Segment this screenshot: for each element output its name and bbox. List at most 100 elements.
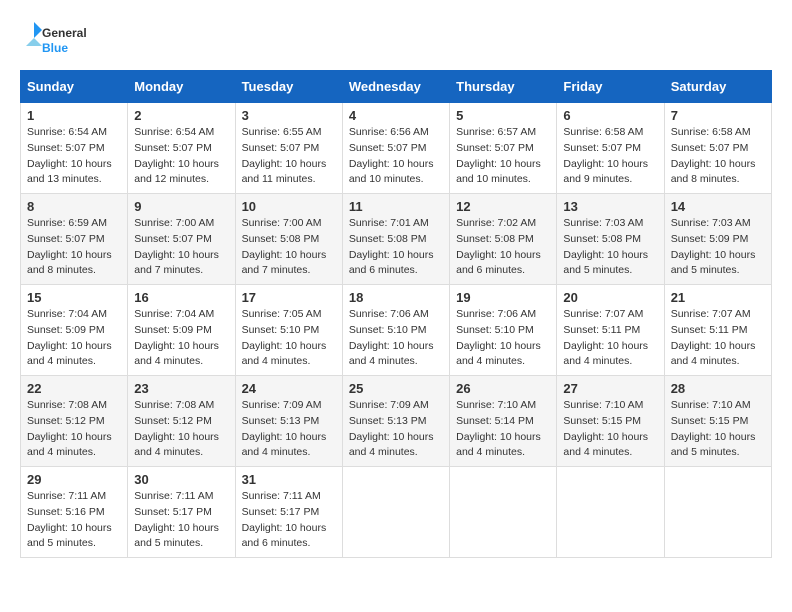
logo-svg: General Blue <box>20 20 105 60</box>
day-number: 6 <box>563 108 657 123</box>
calendar-cell: 22 Sunrise: 7:08 AMSunset: 5:12 PMDaylig… <box>21 376 128 467</box>
calendar-cell: 21 Sunrise: 7:07 AMSunset: 5:11 PMDaylig… <box>664 285 771 376</box>
calendar-week-row: 8 Sunrise: 6:59 AMSunset: 5:07 PMDayligh… <box>21 194 772 285</box>
calendar-cell: 17 Sunrise: 7:05 AMSunset: 5:10 PMDaylig… <box>235 285 342 376</box>
day-number: 24 <box>242 381 336 396</box>
calendar-cell: 20 Sunrise: 7:07 AMSunset: 5:11 PMDaylig… <box>557 285 664 376</box>
calendar-cell: 3 Sunrise: 6:55 AMSunset: 5:07 PMDayligh… <box>235 103 342 194</box>
calendar-week-row: 22 Sunrise: 7:08 AMSunset: 5:12 PMDaylig… <box>21 376 772 467</box>
column-header-friday: Friday <box>557 71 664 103</box>
day-info: Sunrise: 7:02 AMSunset: 5:08 PMDaylight:… <box>456 216 550 279</box>
column-header-tuesday: Tuesday <box>235 71 342 103</box>
day-info: Sunrise: 7:08 AMSunset: 5:12 PMDaylight:… <box>134 398 228 461</box>
day-number: 3 <box>242 108 336 123</box>
day-number: 28 <box>671 381 765 396</box>
day-info: Sunrise: 6:54 AMSunset: 5:07 PMDaylight:… <box>134 125 228 188</box>
page-header: General Blue <box>20 20 772 60</box>
calendar-cell: 6 Sunrise: 6:58 AMSunset: 5:07 PMDayligh… <box>557 103 664 194</box>
day-info: Sunrise: 7:07 AMSunset: 5:11 PMDaylight:… <box>671 307 765 370</box>
calendar-week-row: 29 Sunrise: 7:11 AMSunset: 5:16 PMDaylig… <box>21 467 772 558</box>
day-number: 30 <box>134 472 228 487</box>
day-number: 22 <box>27 381 121 396</box>
day-number: 12 <box>456 199 550 214</box>
calendar-cell: 5 Sunrise: 6:57 AMSunset: 5:07 PMDayligh… <box>450 103 557 194</box>
calendar-week-row: 1 Sunrise: 6:54 AMSunset: 5:07 PMDayligh… <box>21 103 772 194</box>
calendar-cell: 19 Sunrise: 7:06 AMSunset: 5:10 PMDaylig… <box>450 285 557 376</box>
day-number: 18 <box>349 290 443 305</box>
day-number: 27 <box>563 381 657 396</box>
day-info: Sunrise: 7:09 AMSunset: 5:13 PMDaylight:… <box>349 398 443 461</box>
day-info: Sunrise: 7:04 AMSunset: 5:09 PMDaylight:… <box>134 307 228 370</box>
day-number: 16 <box>134 290 228 305</box>
day-info: Sunrise: 7:08 AMSunset: 5:12 PMDaylight:… <box>27 398 121 461</box>
day-number: 5 <box>456 108 550 123</box>
day-number: 14 <box>671 199 765 214</box>
day-number: 8 <box>27 199 121 214</box>
day-info: Sunrise: 6:57 AMSunset: 5:07 PMDaylight:… <box>456 125 550 188</box>
calendar-cell: 10 Sunrise: 7:00 AMSunset: 5:08 PMDaylig… <box>235 194 342 285</box>
day-info: Sunrise: 7:00 AMSunset: 5:08 PMDaylight:… <box>242 216 336 279</box>
calendar-cell: 15 Sunrise: 7:04 AMSunset: 5:09 PMDaylig… <box>21 285 128 376</box>
day-number: 11 <box>349 199 443 214</box>
svg-text:Blue: Blue <box>42 41 68 55</box>
calendar-cell: 28 Sunrise: 7:10 AMSunset: 5:15 PMDaylig… <box>664 376 771 467</box>
calendar-table: SundayMondayTuesdayWednesdayThursdayFrid… <box>20 70 772 558</box>
day-number: 2 <box>134 108 228 123</box>
day-info: Sunrise: 7:09 AMSunset: 5:13 PMDaylight:… <box>242 398 336 461</box>
day-number: 26 <box>456 381 550 396</box>
day-number: 13 <box>563 199 657 214</box>
calendar-cell: 16 Sunrise: 7:04 AMSunset: 5:09 PMDaylig… <box>128 285 235 376</box>
day-number: 19 <box>456 290 550 305</box>
logo: General Blue <box>20 20 105 60</box>
calendar-cell: 13 Sunrise: 7:03 AMSunset: 5:08 PMDaylig… <box>557 194 664 285</box>
calendar-cell: 31 Sunrise: 7:11 AMSunset: 5:17 PMDaylig… <box>235 467 342 558</box>
calendar-cell: 7 Sunrise: 6:58 AMSunset: 5:07 PMDayligh… <box>664 103 771 194</box>
calendar-cell: 14 Sunrise: 7:03 AMSunset: 5:09 PMDaylig… <box>664 194 771 285</box>
day-info: Sunrise: 7:10 AMSunset: 5:15 PMDaylight:… <box>563 398 657 461</box>
day-number: 1 <box>27 108 121 123</box>
calendar-cell: 18 Sunrise: 7:06 AMSunset: 5:10 PMDaylig… <box>342 285 449 376</box>
day-info: Sunrise: 7:04 AMSunset: 5:09 PMDaylight:… <box>27 307 121 370</box>
day-info: Sunrise: 7:01 AMSunset: 5:08 PMDaylight:… <box>349 216 443 279</box>
column-header-monday: Monday <box>128 71 235 103</box>
day-info: Sunrise: 6:56 AMSunset: 5:07 PMDaylight:… <box>349 125 443 188</box>
calendar-cell: 23 Sunrise: 7:08 AMSunset: 5:12 PMDaylig… <box>128 376 235 467</box>
day-info: Sunrise: 6:59 AMSunset: 5:07 PMDaylight:… <box>27 216 121 279</box>
day-number: 17 <box>242 290 336 305</box>
day-number: 21 <box>671 290 765 305</box>
calendar-cell: 12 Sunrise: 7:02 AMSunset: 5:08 PMDaylig… <box>450 194 557 285</box>
day-number: 7 <box>671 108 765 123</box>
calendar-week-row: 15 Sunrise: 7:04 AMSunset: 5:09 PMDaylig… <box>21 285 772 376</box>
calendar-cell: 8 Sunrise: 6:59 AMSunset: 5:07 PMDayligh… <box>21 194 128 285</box>
day-number: 10 <box>242 199 336 214</box>
day-info: Sunrise: 7:11 AMSunset: 5:17 PMDaylight:… <box>134 489 228 552</box>
day-info: Sunrise: 7:11 AMSunset: 5:17 PMDaylight:… <box>242 489 336 552</box>
day-info: Sunrise: 7:00 AMSunset: 5:07 PMDaylight:… <box>134 216 228 279</box>
day-number: 15 <box>27 290 121 305</box>
svg-text:General: General <box>42 26 87 40</box>
day-info: Sunrise: 7:10 AMSunset: 5:14 PMDaylight:… <box>456 398 550 461</box>
calendar-header-row: SundayMondayTuesdayWednesdayThursdayFrid… <box>21 71 772 103</box>
day-number: 23 <box>134 381 228 396</box>
calendar-cell <box>342 467 449 558</box>
day-info: Sunrise: 6:58 AMSunset: 5:07 PMDaylight:… <box>563 125 657 188</box>
column-header-saturday: Saturday <box>664 71 771 103</box>
calendar-cell: 24 Sunrise: 7:09 AMSunset: 5:13 PMDaylig… <box>235 376 342 467</box>
calendar-cell: 4 Sunrise: 6:56 AMSunset: 5:07 PMDayligh… <box>342 103 449 194</box>
day-info: Sunrise: 6:55 AMSunset: 5:07 PMDaylight:… <box>242 125 336 188</box>
day-info: Sunrise: 7:11 AMSunset: 5:16 PMDaylight:… <box>27 489 121 552</box>
calendar-cell <box>664 467 771 558</box>
calendar-cell: 27 Sunrise: 7:10 AMSunset: 5:15 PMDaylig… <box>557 376 664 467</box>
day-info: Sunrise: 7:06 AMSunset: 5:10 PMDaylight:… <box>349 307 443 370</box>
day-info: Sunrise: 7:05 AMSunset: 5:10 PMDaylight:… <box>242 307 336 370</box>
calendar-cell: 26 Sunrise: 7:10 AMSunset: 5:14 PMDaylig… <box>450 376 557 467</box>
calendar-cell <box>557 467 664 558</box>
day-number: 29 <box>27 472 121 487</box>
calendar-cell: 1 Sunrise: 6:54 AMSunset: 5:07 PMDayligh… <box>21 103 128 194</box>
calendar-cell <box>450 467 557 558</box>
day-info: Sunrise: 7:07 AMSunset: 5:11 PMDaylight:… <box>563 307 657 370</box>
column-header-wednesday: Wednesday <box>342 71 449 103</box>
calendar-cell: 30 Sunrise: 7:11 AMSunset: 5:17 PMDaylig… <box>128 467 235 558</box>
column-header-sunday: Sunday <box>21 71 128 103</box>
calendar-cell: 25 Sunrise: 7:09 AMSunset: 5:13 PMDaylig… <box>342 376 449 467</box>
